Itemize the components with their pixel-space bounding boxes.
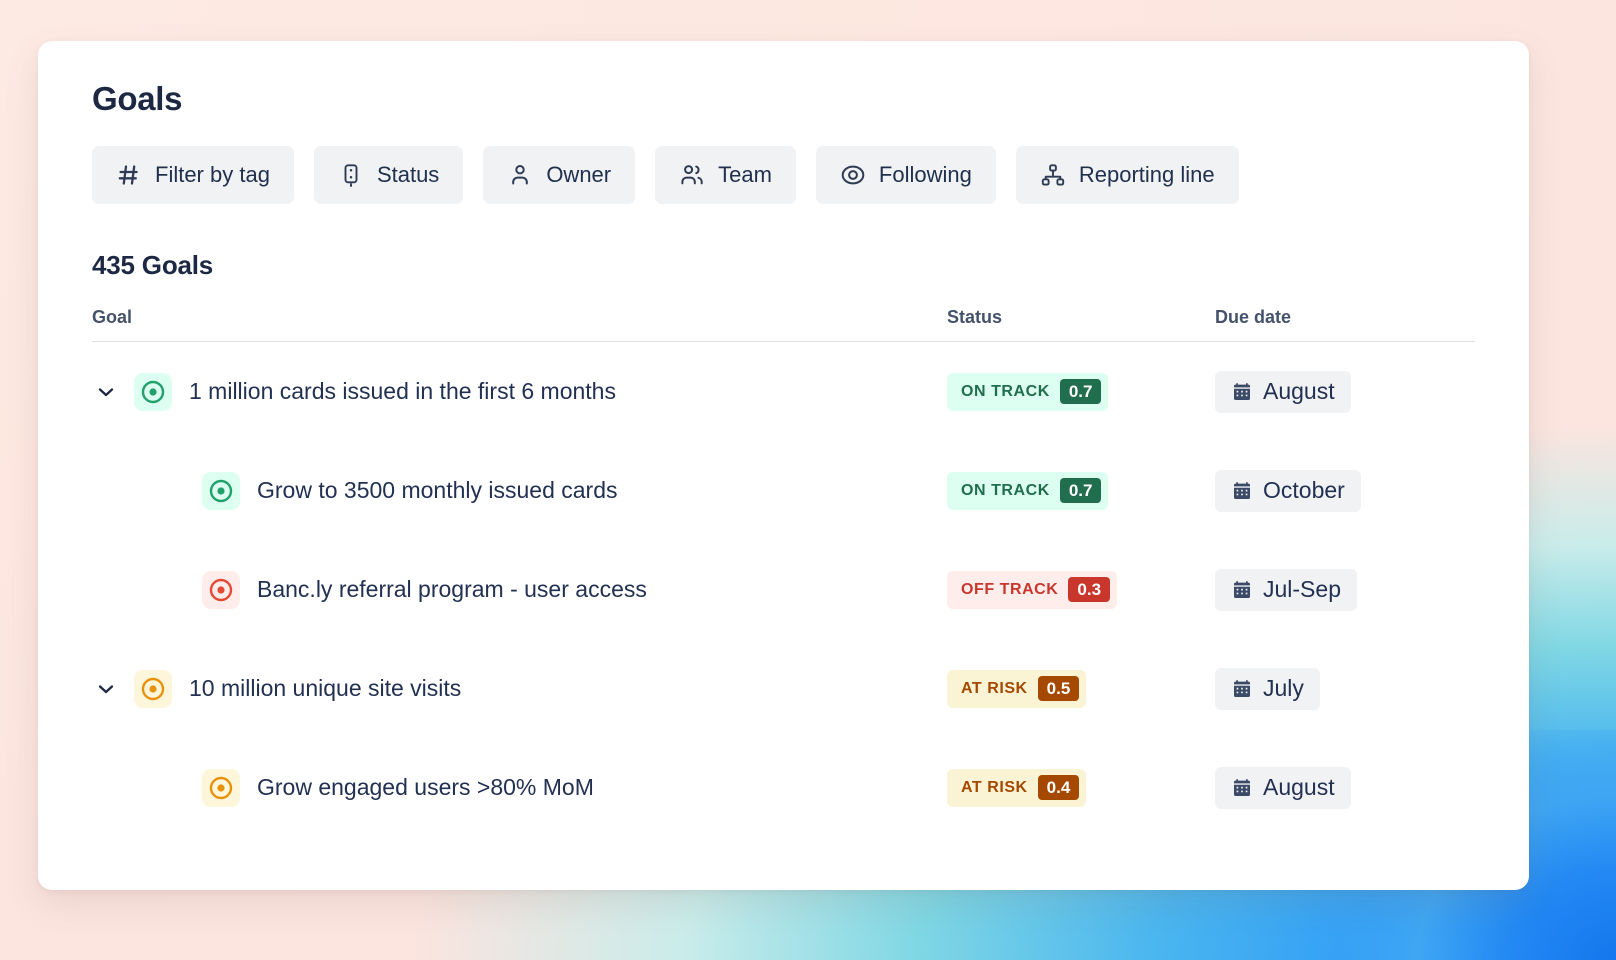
goal-title[interactable]: 10 million unique site visits (189, 675, 461, 702)
due-date-label: July (1263, 675, 1304, 702)
goal-cell: 10 million unique site visits (92, 670, 947, 708)
status-cell: AT RISK 0.4 (947, 769, 1215, 807)
filter-chip-label: Status (377, 162, 439, 188)
filter-status-button[interactable]: Status (314, 146, 463, 204)
status-badge-label: AT RISK (961, 779, 1028, 797)
due-date-label: August (1263, 774, 1335, 801)
due-date-cell: August (1215, 371, 1475, 413)
goal-row[interactable]: Banc.ly referral program - user access OF… (92, 540, 1475, 639)
goal-target-icon (134, 670, 172, 708)
table-body: 1 million cards issued in the first 6 mo… (92, 342, 1475, 837)
status-score-chip: 0.3 (1068, 577, 1110, 602)
goal-row[interactable]: Grow engaged users >80% MoM AT RISK 0.4 Aug… (92, 738, 1475, 837)
goal-target-icon (202, 472, 240, 510)
column-header-status: Status (947, 307, 1215, 328)
calendar-icon (1231, 777, 1252, 798)
status-cell: OFF TRACK 0.3 (947, 571, 1215, 609)
status-score-chip: 0.7 (1060, 478, 1102, 503)
column-header-due-date: Due date (1215, 307, 1475, 328)
due-date-chip[interactable]: October (1215, 470, 1361, 512)
status-badge[interactable]: OFF TRACK 0.3 (947, 571, 1117, 609)
due-date-label: October (1263, 477, 1345, 504)
column-header-goal: Goal (92, 307, 947, 328)
filter-reporting-line-button[interactable]: Reporting line (1016, 146, 1239, 204)
goal-target-icon (202, 571, 240, 609)
goal-count-label: 435 Goals (92, 250, 1475, 281)
goal-title[interactable]: Banc.ly referral program - user access (257, 576, 647, 603)
people-icon (679, 162, 705, 188)
goal-title[interactable]: Grow engaged users >80% MoM (257, 774, 594, 801)
filter-team-button[interactable]: Team (655, 146, 796, 204)
goal-cell: Grow to 3500 monthly issued cards (92, 472, 947, 510)
status-badge[interactable]: AT RISK 0.4 (947, 769, 1086, 807)
expand-toggle[interactable] (92, 675, 120, 703)
status-score-chip: 0.4 (1038, 775, 1080, 800)
status-badge[interactable]: ON TRACK 0.7 (947, 373, 1108, 411)
status-badge-label: OFF TRACK (961, 581, 1058, 599)
goal-row[interactable]: 1 million cards issued in the first 6 mo… (92, 342, 1475, 441)
filter-following-button[interactable]: Following (816, 146, 996, 204)
status-cell: ON TRACK 0.7 (947, 472, 1215, 510)
table-header-row: Goal Status Due date (92, 307, 1475, 342)
status-score-chip: 0.7 (1060, 379, 1102, 404)
status-badge[interactable]: ON TRACK 0.7 (947, 472, 1108, 510)
due-date-cell: Jul-Sep (1215, 569, 1475, 611)
due-date-chip[interactable]: August (1215, 371, 1351, 413)
due-date-chip[interactable]: August (1215, 767, 1351, 809)
filter-bar: Filter by tag Status Owner Team Following Rep… (92, 146, 1475, 204)
eye-icon (840, 162, 866, 188)
goal-row[interactable]: 10 million unique site visits AT RISK 0.5 J… (92, 639, 1475, 738)
status-score-chip: 0.5 (1038, 676, 1080, 701)
calendar-icon (1231, 678, 1252, 699)
status-badge-label: ON TRACK (961, 383, 1050, 401)
filter-chip-label: Owner (546, 162, 611, 188)
filter-owner-button[interactable]: Owner (483, 146, 635, 204)
status-badge[interactable]: AT RISK 0.5 (947, 670, 1086, 708)
filter-chip-label: Reporting line (1079, 162, 1215, 188)
due-date-label: Jul-Sep (1263, 576, 1341, 603)
calendar-icon (1231, 480, 1252, 501)
status-icon (338, 162, 364, 188)
filter-chip-label: Team (718, 162, 772, 188)
calendar-icon (1231, 579, 1252, 600)
status-cell: AT RISK 0.5 (947, 670, 1215, 708)
filter-chip-label: Following (879, 162, 972, 188)
goal-cell: Grow engaged users >80% MoM (92, 769, 947, 807)
due-date-chip[interactable]: Jul-Sep (1215, 569, 1357, 611)
goal-cell: Banc.ly referral program - user access (92, 571, 947, 609)
goal-target-icon (202, 769, 240, 807)
status-badge-label: ON TRACK (961, 482, 1050, 500)
status-cell: ON TRACK 0.7 (947, 373, 1215, 411)
filter-chip-label: Filter by tag (155, 162, 270, 188)
hash-icon (116, 162, 142, 188)
due-date-cell: July (1215, 668, 1475, 710)
calendar-icon (1231, 381, 1252, 402)
goal-target-icon (134, 373, 172, 411)
goals-card: Goals Filter by tag Status Owner Team Follow… (38, 41, 1529, 890)
due-date-cell: August (1215, 767, 1475, 809)
filter-filter-by-tag-button[interactable]: Filter by tag (92, 146, 294, 204)
person-icon (507, 162, 533, 188)
goal-row[interactable]: Grow to 3500 monthly issued cards ON TRAC… (92, 441, 1475, 540)
goals-table: Goal Status Due date 1 million cards iss… (92, 307, 1475, 837)
org-chart-icon (1040, 162, 1066, 188)
goal-title[interactable]: Grow to 3500 monthly issued cards (257, 477, 618, 504)
due-date-chip[interactable]: July (1215, 668, 1320, 710)
page-title: Goals (92, 80, 1475, 118)
goal-title[interactable]: 1 million cards issued in the first 6 mo… (189, 378, 616, 405)
due-date-label: August (1263, 378, 1335, 405)
goal-cell: 1 million cards issued in the first 6 mo… (92, 373, 947, 411)
status-badge-label: AT RISK (961, 680, 1028, 698)
expand-toggle[interactable] (92, 378, 120, 406)
due-date-cell: October (1215, 470, 1475, 512)
